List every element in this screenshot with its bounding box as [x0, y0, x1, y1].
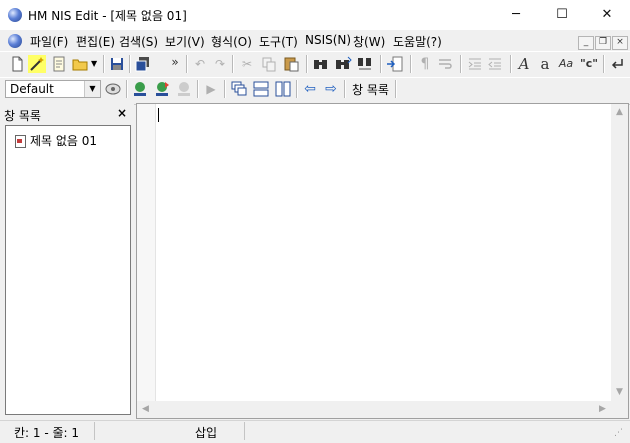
tile-vertical-icon[interactable] — [274, 80, 292, 98]
run-installer-icon[interactable] — [175, 80, 193, 98]
compile-icon[interactable] — [131, 80, 149, 98]
toolbar-separator — [197, 80, 199, 98]
open-dropdown-icon[interactable]: ▼ — [91, 59, 97, 68]
insert-mode-indicator: 삽입 — [195, 426, 218, 440]
cut-icon[interactable]: ✂ — [238, 55, 256, 73]
scroll-right-icon[interactable]: ▶ — [594, 401, 611, 418]
scroll-down-icon[interactable]: ▼ — [611, 384, 628, 401]
toolbar-separator — [296, 80, 298, 98]
toolbar-separator — [186, 55, 188, 73]
window-title: HM NIS Edit - [제목 없음 01] — [28, 9, 187, 23]
toolbar-separator — [603, 55, 605, 73]
lowercase-icon[interactable]: a — [536, 55, 554, 73]
menu-format[interactable]: 형식(O) — [210, 33, 253, 50]
minimize-button[interactable]: ─ — [493, 0, 539, 30]
vertical-scrollbar[interactable]: ▲ ▼ — [611, 104, 628, 401]
toolbar-separator — [306, 55, 308, 73]
syntax-scheme-combo[interactable]: Default ▼ — [5, 80, 101, 98]
editor-area[interactable]: ▲ ▼ ◀ ▶ — [136, 103, 629, 419]
indent-icon[interactable] — [466, 55, 484, 73]
toolbar-separator — [103, 55, 105, 73]
toolbar-separator — [126, 80, 128, 98]
cascade-windows-icon[interactable] — [230, 80, 248, 98]
menu-file[interactable]: 파일(F) — [29, 33, 69, 50]
menu-help[interactable]: 도움말(?) — [392, 33, 443, 50]
menu-window[interactable]: 창(W) — [352, 33, 386, 50]
replace-icon[interactable] — [356, 55, 374, 73]
save-icon[interactable] — [108, 55, 126, 73]
scheme-settings-icon[interactable] — [104, 80, 122, 98]
scroll-left-icon[interactable]: ◀ — [137, 401, 154, 418]
line-break-icon[interactable] — [608, 55, 626, 73]
editor-gutter[interactable] — [137, 104, 156, 401]
app-icon[interactable] — [8, 8, 22, 22]
list-item-label: 제목 없음 01 — [30, 134, 98, 148]
open-folder-icon[interactable] — [72, 55, 90, 73]
chevron-down-icon[interactable]: ▼ — [84, 81, 100, 97]
next-window-icon[interactable]: ⇨ — [322, 80, 340, 98]
toolbar-separator — [410, 55, 412, 73]
copy-icon[interactable] — [260, 55, 278, 73]
toolbar-separator — [380, 55, 382, 73]
panel-close-button[interactable]: × — [117, 106, 127, 120]
outdent-icon[interactable] — [486, 55, 504, 73]
save-all-icon[interactable] — [134, 55, 152, 73]
show-whitespace-icon[interactable]: ¶ — [416, 55, 434, 73]
document-icon — [15, 135, 26, 148]
play-icon[interactable]: ▶ — [202, 80, 220, 98]
previous-window-icon[interactable]: ⇦ — [301, 80, 319, 98]
quote-icon[interactable]: "c" — [580, 55, 598, 73]
find-icon[interactable] — [312, 55, 330, 73]
menu-edit[interactable]: 편집(E) — [75, 33, 116, 50]
syntax-scheme-value: Default — [10, 82, 54, 96]
mdi-close-button[interactable]: × — [612, 36, 628, 50]
maximize-button[interactable]: ☐ — [539, 0, 585, 30]
word-wrap-icon[interactable] — [436, 55, 454, 73]
template-icon[interactable] — [50, 55, 68, 73]
undo-icon[interactable]: ↶ — [191, 55, 209, 73]
mdi-minimize-button[interactable]: _ — [578, 36, 594, 50]
find-next-icon[interactable] — [334, 55, 352, 73]
cursor-position: 칸: 1 - 줄: 1 — [14, 426, 80, 440]
window-list-button[interactable]: 창 목록 — [352, 81, 389, 98]
scrollbar-corner — [611, 401, 628, 418]
new-file-icon[interactable] — [8, 55, 26, 73]
window-list: 제목 없음 01 — [5, 125, 131, 415]
resize-grip-icon[interactable]: ⋰ — [614, 428, 623, 438]
list-item[interactable]: 제목 없음 01 — [8, 128, 126, 148]
toolbar-separator — [510, 55, 512, 73]
italic-icon[interactable]: A — [515, 55, 533, 73]
menu-view[interactable]: 보기(V) — [164, 33, 206, 50]
window-list-panel-title: 창 목록 — [4, 109, 41, 123]
menu-search[interactable]: 검색(S) — [118, 33, 159, 50]
compile-run-icon[interactable] — [153, 80, 171, 98]
menu-nsis[interactable]: NSIS(N) — [304, 33, 352, 47]
toolbar-separator — [344, 80, 346, 98]
document-system-icon[interactable] — [8, 34, 22, 48]
horizontal-scrollbar[interactable]: ◀ ▶ — [137, 401, 611, 418]
toolbar-separator — [395, 80, 397, 98]
toolbar-separator — [224, 80, 226, 98]
menu-tools[interactable]: 도구(T) — [258, 33, 299, 50]
paste-icon[interactable] — [282, 55, 300, 73]
toolbar-separator — [460, 55, 462, 73]
capitalize-icon[interactable]: Aa — [557, 55, 575, 73]
redo-icon[interactable]: ↷ — [211, 55, 229, 73]
toolbar-separator — [129, 55, 131, 73]
scroll-up-icon[interactable]: ▲ — [611, 104, 628, 121]
toolbar-separator — [232, 55, 234, 73]
mdi-restore-button[interactable]: ❐ — [595, 36, 611, 50]
toolbar-overflow-button[interactable]: » — [166, 53, 184, 71]
status-divider — [94, 422, 95, 440]
wizard-wand-icon[interactable] — [28, 55, 46, 73]
close-button[interactable]: ✕ — [584, 0, 630, 30]
text-caret — [158, 108, 159, 122]
tile-horizontal-icon[interactable] — [252, 80, 270, 98]
goto-line-icon[interactable] — [386, 55, 404, 73]
status-divider — [244, 422, 245, 440]
